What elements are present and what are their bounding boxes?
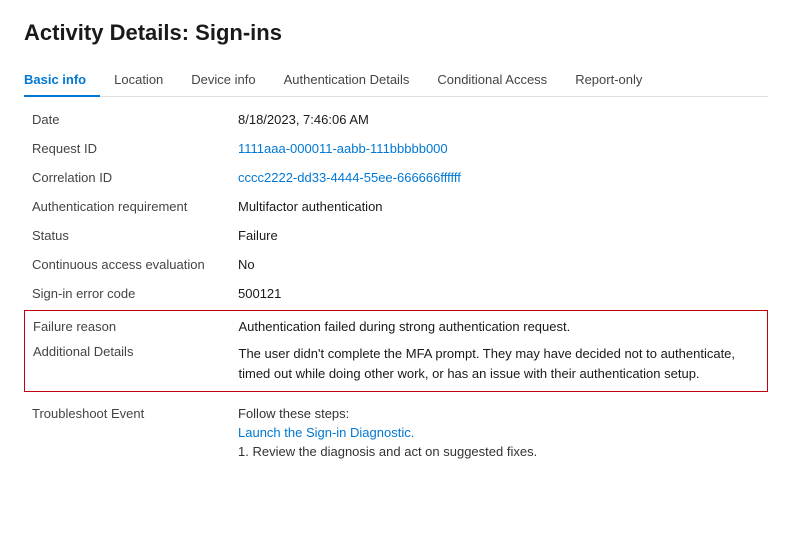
field-value: cccc2222-dd33-4444-55ee-666666ffffff [234, 163, 768, 192]
field-value: Failure [234, 221, 768, 250]
field-label: Correlation ID [24, 163, 234, 192]
tab-conditional-access[interactable]: Conditional Access [423, 64, 561, 97]
tab-content: Date 8/18/2023, 7:46:06 AM Request ID 11… [24, 97, 768, 466]
table-row: Status Failure [24, 221, 768, 250]
review-text: 1. Review the diagnosis and act on sugge… [238, 444, 764, 459]
table-row: Correlation ID cccc2222-dd33-4444-55ee-6… [24, 163, 768, 192]
highlighted-row-failure: Failure reason Authentication failed dur… [25, 311, 768, 341]
highlighted-row-additional: Additional Details The user didn't compl… [25, 340, 768, 392]
troubleshoot-label: Troubleshoot Event [24, 400, 234, 466]
field-value: 1111aaa-000011-aabb-111bbbbb000 [234, 134, 768, 163]
field-value: No [234, 250, 768, 279]
field-label: Sign-in error code [24, 279, 234, 308]
table-row: Authentication requirement Multifactor a… [24, 192, 768, 221]
main-container: Activity Details: Sign-ins Basic info Lo… [0, 0, 792, 533]
field-label: Additional Details [25, 340, 235, 392]
table-row: Sign-in error code 500121 [24, 279, 768, 308]
tab-basic-info[interactable]: Basic info [24, 64, 100, 97]
field-value: The user didn't complete the MFA prompt.… [235, 340, 768, 392]
highlighted-table: Failure reason Authentication failed dur… [24, 310, 768, 392]
table-row: Date 8/18/2023, 7:46:06 AM [24, 105, 768, 134]
tab-device-info[interactable]: Device info [177, 64, 269, 97]
tab-bar: Basic info Location Device info Authenti… [24, 64, 768, 97]
table-row: Request ID 1111aaa-000011-aabb-111bbbbb0… [24, 134, 768, 163]
tab-report-only[interactable]: Report-only [561, 64, 656, 97]
field-label: Authentication requirement [24, 192, 234, 221]
field-value: Multifactor authentication [234, 192, 768, 221]
tab-location[interactable]: Location [100, 64, 177, 97]
troubleshoot-content-block: Follow these steps: Launch the Sign-in D… [238, 406, 764, 459]
field-value: Authentication failed during strong auth… [235, 311, 768, 341]
request-id-link[interactable]: 1111aaa-000011-aabb-111bbbbb000 [238, 141, 448, 156]
field-label: Request ID [24, 134, 234, 163]
correlation-id-link[interactable]: cccc2222-dd33-4444-55ee-666666ffffff [238, 170, 461, 185]
troubleshoot-content: Follow these steps: Launch the Sign-in D… [234, 400, 768, 466]
field-value: 500121 [234, 279, 768, 308]
field-label: Status [24, 221, 234, 250]
follow-steps-text: Follow these steps: [238, 406, 764, 421]
field-label: Continuous access evaluation [24, 250, 234, 279]
info-table: Date 8/18/2023, 7:46:06 AM Request ID 11… [24, 105, 768, 308]
launch-diagnostic-link[interactable]: Launch the Sign-in Diagnostic. [238, 425, 764, 440]
table-row: Continuous access evaluation No [24, 250, 768, 279]
field-label: Date [24, 105, 234, 134]
page-title: Activity Details: Sign-ins [24, 20, 768, 46]
tab-auth-details[interactable]: Authentication Details [270, 64, 424, 97]
troubleshoot-table: Troubleshoot Event Follow these steps: L… [24, 400, 768, 466]
troubleshoot-row: Troubleshoot Event Follow these steps: L… [24, 400, 768, 466]
field-value: 8/18/2023, 7:46:06 AM [234, 105, 768, 134]
field-label: Failure reason [25, 311, 235, 341]
